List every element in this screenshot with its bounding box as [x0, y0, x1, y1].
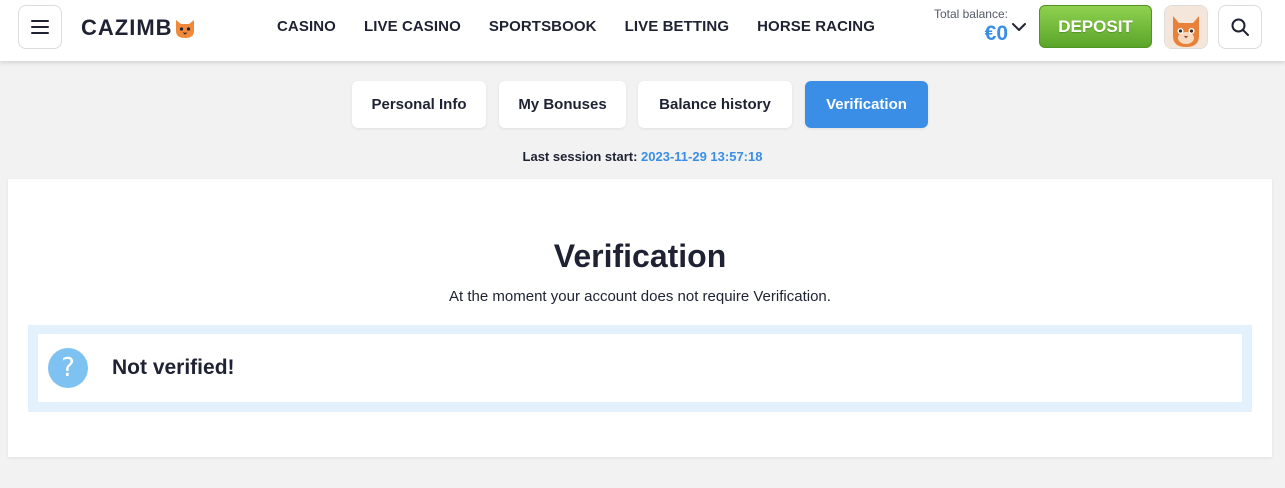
deposit-button[interactable]: DEPOSIT [1039, 5, 1152, 48]
logo[interactable]: CAZIMB [81, 14, 196, 42]
search-button[interactable] [1218, 5, 1262, 49]
cat-logo-icon [175, 20, 194, 38]
page-title: Verification [553, 238, 727, 274]
tab-verification[interactable]: Verification [805, 81, 928, 128]
verification-status-card: ? Not verified! [38, 334, 1242, 402]
logo-text: CAZIMB [81, 15, 173, 40]
nav-sportsbook[interactable]: SPORTSBOOK [489, 18, 597, 35]
balance-amount: €0 [984, 22, 1008, 45]
tab-balance-history[interactable]: Balance history [638, 81, 792, 128]
verification-status-box: ? Not verified! [28, 325, 1252, 412]
avatar[interactable] [1164, 5, 1208, 49]
last-session-info: Last session start: 2023-11-29 13:57:18 [0, 149, 1285, 164]
balance-label: Total balance: [933, 7, 1008, 21]
verification-status-text: Not verified! [112, 356, 235, 379]
profile-tabs: Personal Info My Bonuses Balance history… [0, 81, 1285, 128]
session-label: Last session start: [522, 149, 638, 164]
chevron-down-icon[interactable] [1010, 18, 1028, 36]
tab-my-bonuses[interactable]: My Bonuses [499, 81, 626, 128]
main-nav: CASINO LIVE CASINO SPORTSBOOK LIVE BETTI… [277, 18, 903, 35]
tab-personal-info[interactable]: Personal Info [352, 81, 486, 128]
cat-avatar-icon [1165, 6, 1207, 48]
hamburger-icon [31, 20, 49, 34]
nav-live-casino[interactable]: LIVE CASINO [364, 18, 461, 35]
search-icon [1231, 18, 1249, 36]
question-icon: ? [48, 348, 88, 388]
menu-button[interactable] [18, 5, 62, 49]
session-value: 2023-11-29 13:57:18 [641, 149, 763, 164]
nav-live-betting[interactable]: LIVE BETTING [625, 18, 730, 35]
top-header: CAZIMB CASINO LIVE CASINO SPORTSBOOK LIV… [0, 0, 1285, 61]
nav-horse-racing[interactable]: HORSE RACING [757, 18, 875, 35]
verification-panel: Verification At the moment your account … [8, 179, 1272, 457]
balance-display[interactable]: Total balance: €0 [918, 7, 1008, 46]
verification-description: At the moment your account does not requ… [449, 288, 831, 305]
nav-casino[interactable]: CASINO [277, 18, 336, 35]
